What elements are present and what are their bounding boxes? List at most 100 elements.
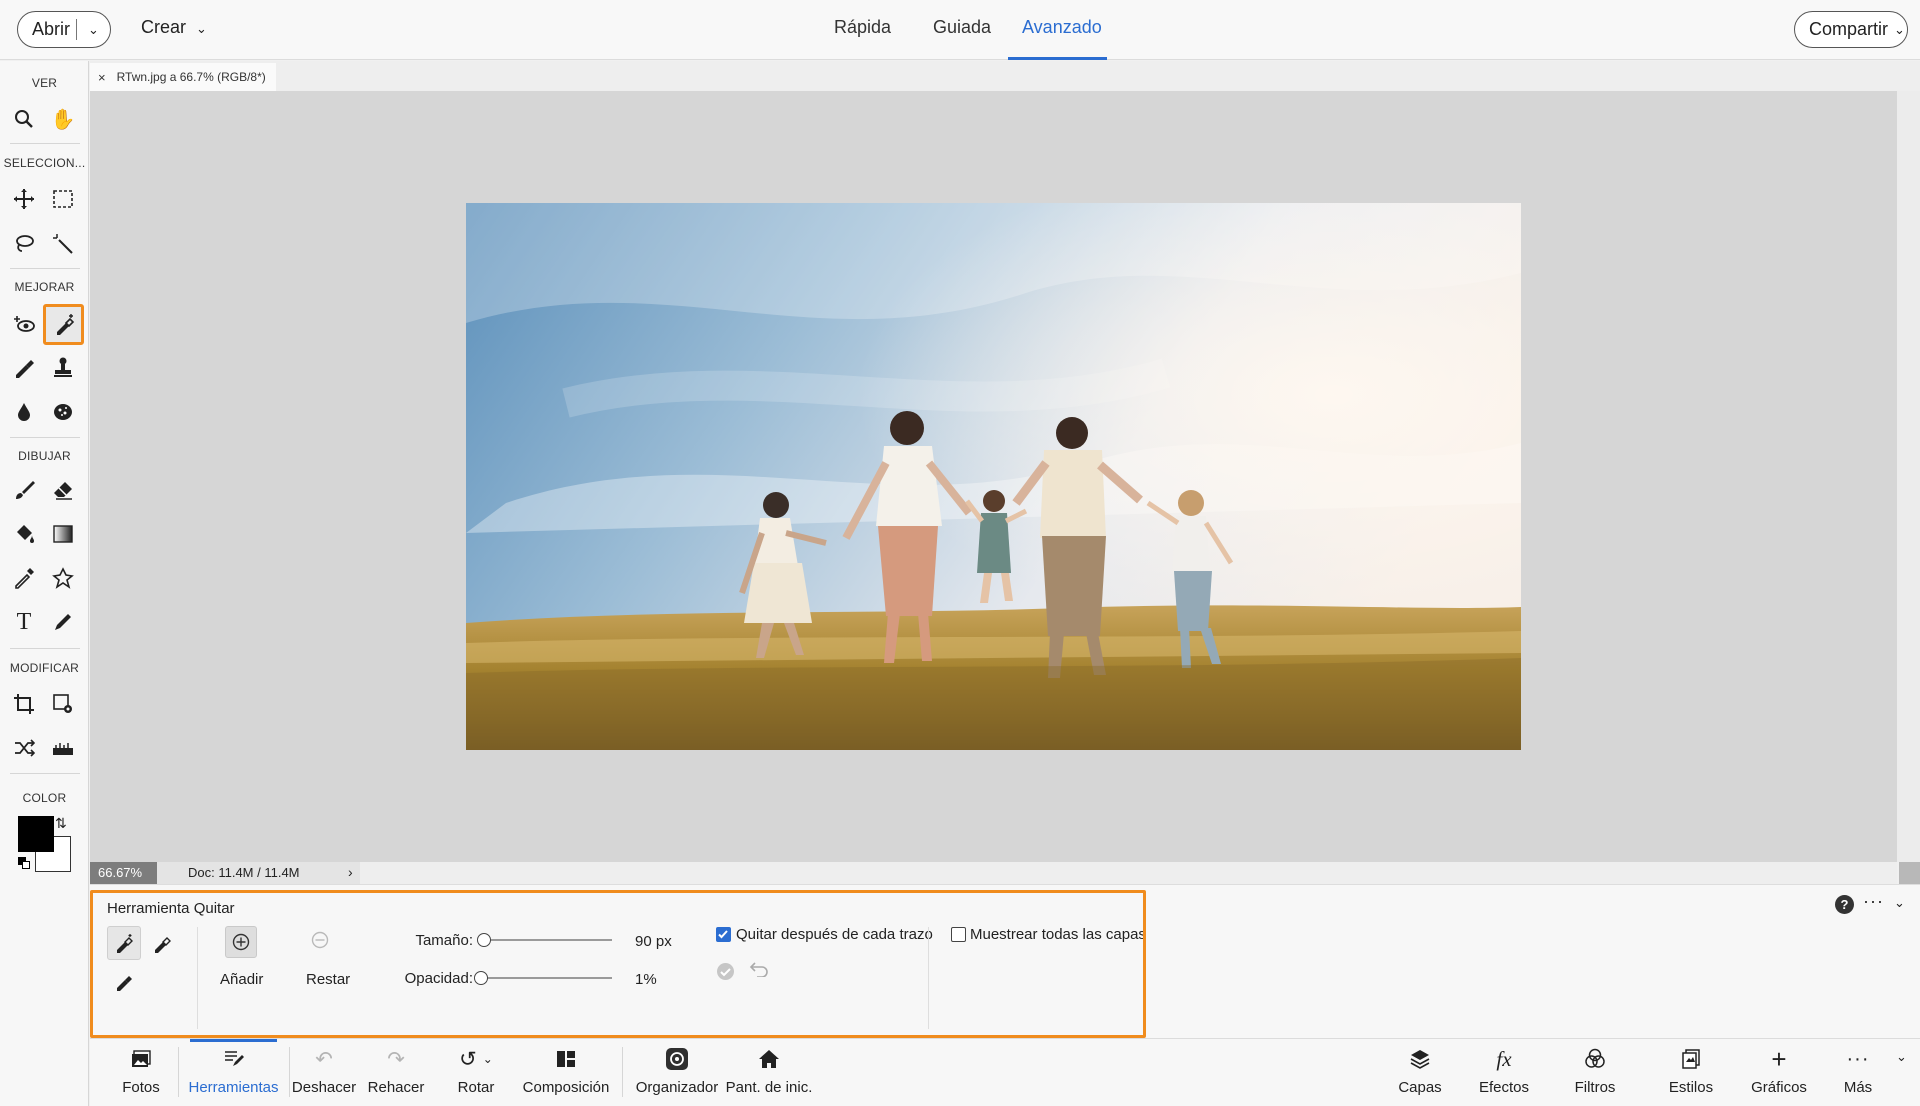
reset-icon[interactable]	[749, 961, 769, 982]
panel-filters[interactable]: Filtros	[1563, 1039, 1627, 1106]
chevron-down-icon[interactable]: ⌄	[1896, 1049, 1907, 1065]
remove-after-stroke-label[interactable]: Quitar después de cada trazo	[736, 926, 933, 943]
close-icon[interactable]: ×	[98, 70, 106, 85]
gradient-tool-icon[interactable]	[45, 516, 81, 552]
opacity-value[interactable]: 1%	[635, 971, 657, 988]
tab-quick[interactable]: Rápida	[834, 17, 891, 38]
panel-more[interactable]: ··· Más	[1838, 1039, 1878, 1106]
marquee-tool-icon[interactable]	[45, 181, 81, 217]
zoom-level[interactable]: 66.67%	[90, 862, 157, 884]
tab-guided[interactable]: Guiada	[933, 17, 991, 38]
size-slider[interactable]	[484, 939, 612, 941]
more-options-icon[interactable]: ···	[1863, 891, 1884, 912]
opacity-slider-thumb[interactable]	[474, 971, 489, 985]
top-bar: Abrir ⌄ Crear ⌄ Rápida Guiada Avanzado Co…	[0, 0, 1920, 60]
remove-brush-alt-mode-icon[interactable]	[145, 926, 179, 960]
opacity-slider[interactable]	[480, 977, 612, 979]
share-button[interactable]: Compartir ⌄	[1794, 11, 1908, 48]
active-tab-indicator	[1008, 57, 1107, 60]
home-icon	[758, 1039, 780, 1079]
lasso-tool-icon[interactable]	[6, 226, 42, 262]
content-aware-move-icon[interactable]	[6, 730, 42, 766]
task-undo[interactable]: ↶ Deshacer	[291, 1039, 357, 1106]
eyedropper-tool-icon[interactable]	[6, 560, 42, 596]
remove-brush-mode-icon[interactable]	[107, 926, 141, 960]
layout-icon	[556, 1039, 576, 1079]
panel-styles[interactable]: Estilos	[1659, 1039, 1723, 1106]
divider	[10, 143, 80, 144]
task-redo-label: Rehacer	[367, 1079, 425, 1096]
subtract-icon[interactable]	[311, 931, 329, 954]
remove-lasso-mode-icon[interactable]	[107, 964, 141, 998]
sample-all-layers-label[interactable]: Muestrear todas las capas	[970, 926, 1146, 943]
crop-tool-icon[interactable]	[6, 686, 42, 722]
eraser-tool-icon[interactable]	[45, 472, 81, 508]
task-home-screen-label: Pant. de inic.	[725, 1079, 813, 1096]
move-tool-icon[interactable]	[6, 181, 42, 217]
chevron-down-icon[interactable]: ⌄	[77, 22, 110, 38]
remove-after-stroke-checkbox[interactable]	[716, 927, 731, 942]
pencil-tool-icon[interactable]	[45, 604, 81, 640]
swap-colors-icon[interactable]: ⇅	[55, 815, 67, 832]
apply-check-icon[interactable]	[716, 962, 735, 986]
organizer-icon	[665, 1039, 689, 1079]
divider	[178, 1047, 179, 1097]
panel-effects[interactable]: fx Efectos	[1472, 1039, 1536, 1106]
tool-options-title: Herramienta Quitar	[107, 900, 235, 917]
horizontal-scrollbar[interactable]	[360, 862, 1897, 884]
sponge-tool-icon[interactable]	[45, 394, 81, 430]
open-button[interactable]: Abrir ⌄	[17, 11, 111, 48]
divider	[10, 268, 80, 269]
clone-stamp-icon[interactable]	[45, 349, 81, 385]
task-undo-label: Deshacer	[291, 1079, 357, 1096]
task-home-screen[interactable]: Pant. de inic.	[725, 1039, 813, 1106]
status-bar: 66.67% Doc: 11.4M / 11.4M ›	[90, 862, 1897, 884]
brush-tool-icon[interactable]	[6, 472, 42, 508]
create-menu[interactable]: Crear ⌄	[141, 17, 207, 38]
tab-advanced[interactable]: Avanzado	[1022, 17, 1102, 38]
document-tab[interactable]: × RTwn.jpg a 66.7% (RGB/8*)	[90, 63, 276, 91]
zoom-tool-icon[interactable]	[6, 101, 42, 137]
scrollbar-thumb[interactable]	[1899, 862, 1920, 884]
red-eye-tool-icon[interactable]	[6, 306, 42, 342]
task-organizer-label: Organizador	[635, 1079, 719, 1096]
tools-icon	[224, 1039, 244, 1079]
foreground-color-swatch[interactable]	[18, 816, 54, 852]
size-slider-thumb[interactable]	[477, 933, 491, 947]
task-redo[interactable]: ↷ Rehacer	[368, 1039, 425, 1106]
share-button-label: Compartir	[1809, 19, 1889, 39]
paint-bucket-icon[interactable]	[6, 516, 42, 552]
remove-tool-icon[interactable]	[43, 304, 84, 345]
vertical-scrollbar[interactable]	[1897, 91, 1920, 862]
quick-selection-tool-icon[interactable]	[45, 226, 81, 262]
hand-tool-icon[interactable]: ✋	[45, 101, 81, 137]
add-button-label[interactable]: Añadir	[220, 971, 263, 988]
sample-all-layers-checkbox[interactable]	[951, 927, 966, 942]
blur-tool-icon[interactable]	[6, 394, 42, 430]
straighten-tool-icon[interactable]	[45, 730, 81, 766]
chevron-right-icon[interactable]: ›	[348, 864, 353, 880]
panel-filters-label: Filtros	[1574, 1079, 1616, 1096]
task-photos[interactable]: Fotos	[98, 1039, 184, 1106]
panel-more-label: Más	[1843, 1079, 1873, 1096]
task-organizer[interactable]: Organizador	[635, 1039, 719, 1106]
type-tool-icon[interactable]: T	[6, 604, 42, 640]
divider	[10, 773, 80, 774]
task-photos-label: Fotos	[122, 1079, 160, 1096]
task-layout[interactable]: Composición	[523, 1039, 609, 1106]
task-rotate[interactable]: ↺ ⌄ Rotar	[451, 1039, 501, 1106]
spot-healing-brush-icon[interactable]	[6, 349, 42, 385]
custom-shape-tool-icon[interactable]	[45, 560, 81, 596]
help-icon[interactable]: ?	[1835, 895, 1854, 914]
subtract-button-label[interactable]: Restar	[306, 971, 350, 988]
panel-layers[interactable]: Capas	[1390, 1039, 1450, 1106]
default-colors-icon[interactable]	[18, 857, 30, 869]
panel-graphics[interactable]: + Gráficos	[1745, 1039, 1813, 1106]
recompose-tool-icon[interactable]	[45, 686, 81, 722]
document-image[interactable]	[466, 203, 1521, 750]
chevron-down-icon[interactable]: ⌄	[1894, 895, 1905, 911]
section-label-color: COLOR	[22, 791, 67, 805]
size-value[interactable]: 90 px	[635, 933, 672, 950]
task-tools[interactable]: Herramientas	[188, 1039, 279, 1106]
add-icon[interactable]	[225, 926, 257, 958]
